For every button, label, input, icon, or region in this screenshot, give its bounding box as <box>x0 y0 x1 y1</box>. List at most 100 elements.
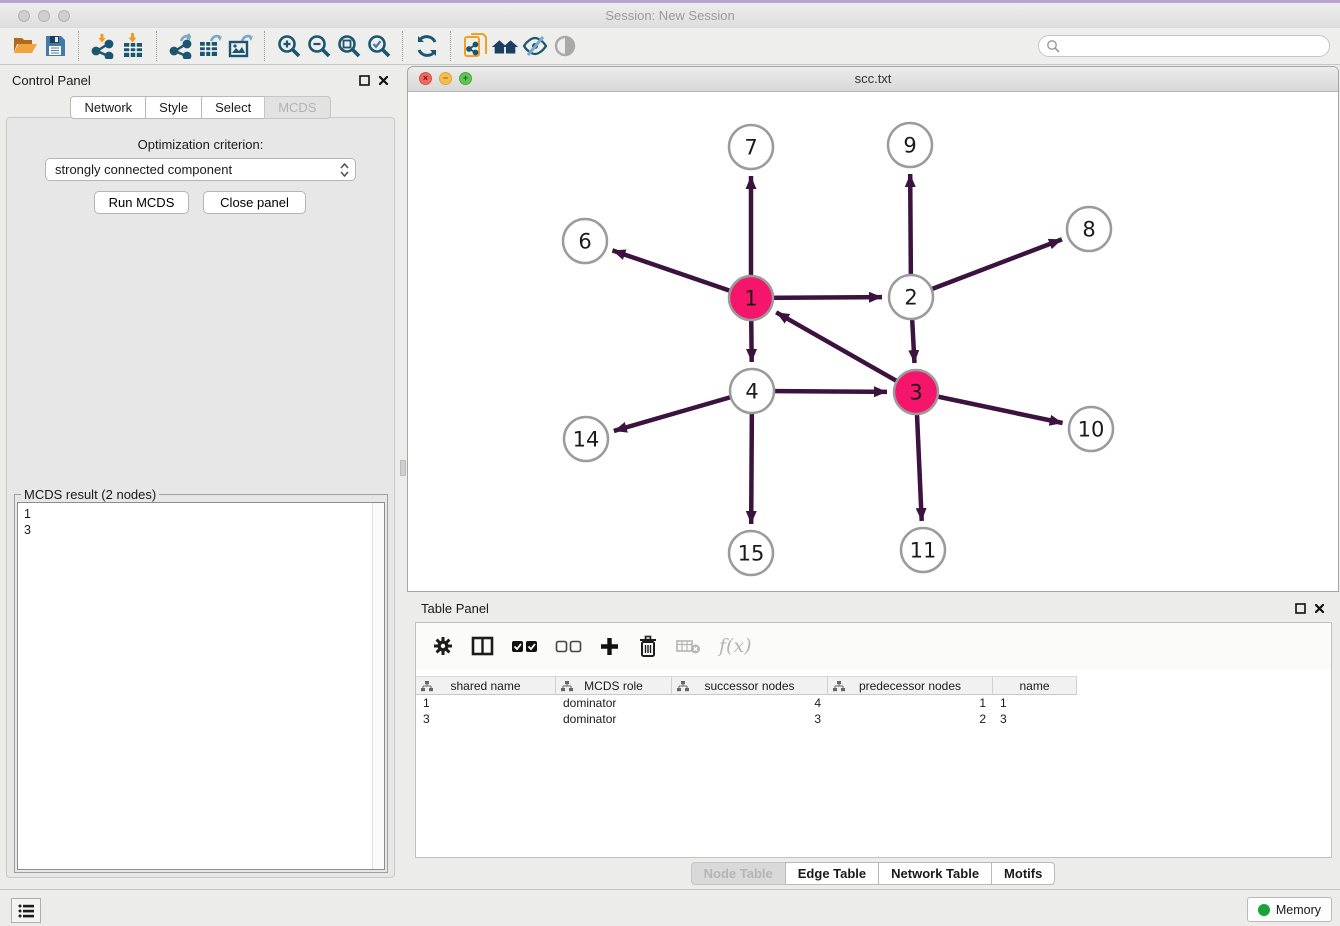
hide-panels-icon[interactable] <box>520 31 550 61</box>
close-panel-icon[interactable] <box>1314 603 1325 614</box>
table-cell[interactable]: 1 <box>993 695 1077 711</box>
node-table-container: f(x) shared nameMCDS rolesuccessor nodes… <box>415 622 1332 858</box>
graph-node-3[interactable]: 3 <box>894 370 938 414</box>
zoom-out-icon[interactable] <box>304 31 334 61</box>
toolbar-separator <box>264 31 266 61</box>
tab-network-table[interactable]: Network Table <box>878 862 992 885</box>
window-title: Session: New Session <box>0 8 1340 23</box>
table-cell[interactable]: 4 <box>672 695 828 711</box>
network-window-titlebar[interactable]: × − + scc.txt <box>408 67 1338 92</box>
search-box[interactable] <box>1038 35 1330 57</box>
mcds-result-scrollbar[interactable] <box>372 503 384 869</box>
graph-node-1[interactable]: 1 <box>729 276 773 320</box>
select-all-checks-icon[interactable] <box>511 637 538 655</box>
zoom-selected-icon[interactable] <box>364 31 394 61</box>
table-cell[interactable]: 1 <box>416 695 556 711</box>
graph-node-11[interactable]: 11 <box>901 528 945 572</box>
function-builder-icon: f(x) <box>719 635 752 657</box>
zoom-fit-icon[interactable] <box>334 31 364 61</box>
table-cell[interactable]: 3 <box>993 711 1077 727</box>
memory-button[interactable]: Memory <box>1247 897 1332 922</box>
toolbar-separator <box>156 31 158 61</box>
graph-node-7[interactable]: 7 <box>729 125 773 169</box>
table-cell[interactable]: dominator <box>556 695 672 711</box>
optimization-criterion-value: strongly connected component <box>55 162 232 177</box>
tab-edge-table[interactable]: Edge Table <box>785 862 879 885</box>
import-table-icon[interactable] <box>118 31 148 61</box>
graph-edge-3-1[interactable] <box>776 312 916 392</box>
column-header-shared-name[interactable]: shared name <box>416 676 556 695</box>
float-panel-icon[interactable] <box>359 75 370 86</box>
graph-node-4[interactable]: 4 <box>730 369 774 413</box>
graph-node-10[interactable]: 10 <box>1069 407 1113 451</box>
table-panel-header: Table Panel <box>407 595 1339 621</box>
svg-text:15: 15 <box>738 542 765 566</box>
memory-label: Memory <box>1276 903 1321 917</box>
optimization-criterion-select[interactable]: strongly connected component <box>45 158 356 181</box>
table-cell[interactable]: 3 <box>672 711 828 727</box>
tab-motifs[interactable]: Motifs <box>991 862 1055 885</box>
svg-text:11: 11 <box>910 539 937 563</box>
mcds-result-text[interactable]: 1 3 <box>17 502 385 870</box>
graph-node-8[interactable]: 8 <box>1067 207 1111 251</box>
search-input[interactable] <box>1060 36 1329 56</box>
export-image-icon[interactable] <box>226 31 256 61</box>
mcds-result-group: MCDS result (2 nodes) 1 3 <box>14 494 388 873</box>
tab-mcds[interactable]: MCDS <box>264 96 330 119</box>
float-panel-icon[interactable] <box>1295 603 1306 614</box>
graph-node-15[interactable]: 15 <box>729 531 773 575</box>
table-cell[interactable]: 2 <box>828 711 993 727</box>
svg-text:14: 14 <box>573 428 600 452</box>
save-session-icon[interactable] <box>40 31 70 61</box>
table-cell[interactable]: dominator <box>556 711 672 727</box>
tab-style[interactable]: Style <box>145 96 202 119</box>
graph-node-14[interactable]: 14 <box>564 417 608 461</box>
graph-node-2[interactable]: 2 <box>889 275 933 319</box>
graph-node-6[interactable]: 6 <box>563 219 607 263</box>
table-panel-title: Table Panel <box>421 601 489 616</box>
table-panel-tabs: Node Table Edge Table Network Table Moti… <box>407 862 1339 885</box>
table-options-icon[interactable] <box>432 635 454 657</box>
tab-select[interactable]: Select <box>201 96 265 119</box>
column-visibility-icon[interactable] <box>471 635 494 657</box>
zoom-in-icon[interactable] <box>274 31 304 61</box>
new-session-icon[interactable] <box>460 31 490 61</box>
column-header-predecessor-nodes[interactable]: predecessor nodes <box>828 676 993 695</box>
tab-node-table[interactable]: Node Table <box>691 862 786 885</box>
memory-status-icon <box>1258 904 1270 916</box>
svg-text:8: 8 <box>1082 218 1095 242</box>
close-panel-button[interactable]: Close panel <box>203 191 306 214</box>
mcds-result-title: MCDS result (2 nodes) <box>21 487 159 502</box>
home-icon[interactable] <box>490 31 520 61</box>
table-cell[interactable]: 1 <box>828 695 993 711</box>
network-graph[interactable]: 7 9 6 8 1 2 4 3 14 10 15 11 <box>408 91 1338 591</box>
column-header-successor-nodes[interactable]: successor nodes <box>672 676 828 695</box>
add-column-icon[interactable] <box>599 636 620 657</box>
tab-network[interactable]: Network <box>70 96 146 119</box>
apply-layout-icon[interactable] <box>412 31 442 61</box>
graph-edge-2-8[interactable] <box>911 239 1062 297</box>
column-header-MCDS-role[interactable]: MCDS role <box>556 676 672 695</box>
table-cell[interactable]: 3 <box>416 711 556 727</box>
deselect-all-checks-icon[interactable] <box>555 637 582 655</box>
vertical-splitter-handle[interactable] <box>400 460 406 476</box>
svg-text:3: 3 <box>909 381 922 405</box>
graph-node-9[interactable]: 9 <box>888 123 932 167</box>
import-network-icon[interactable] <box>88 31 118 61</box>
run-mcds-button[interactable]: Run MCDS <box>94 191 189 214</box>
open-session-icon[interactable] <box>10 31 40 61</box>
show-panels-icon[interactable] <box>550 31 580 61</box>
export-network-icon[interactable] <box>166 31 196 61</box>
select-stepper-icon <box>340 163 349 177</box>
table-row[interactable]: 3dominator323 <box>416 711 1331 727</box>
delete-column-icon[interactable] <box>637 635 659 658</box>
titlebar: Session: New Session <box>0 3 1340 29</box>
column-header-name[interactable]: name <box>993 676 1077 695</box>
network-window-title: scc.txt <box>408 71 1338 86</box>
task-history-button[interactable] <box>11 898 41 923</box>
close-panel-icon[interactable] <box>378 75 389 86</box>
table-row[interactable]: 1dominator411 <box>416 695 1331 711</box>
list-icon <box>17 903 35 919</box>
export-table-icon[interactable] <box>196 31 226 61</box>
node-table[interactable]: shared nameMCDS rolesuccessor nodesprede… <box>416 676 1331 727</box>
